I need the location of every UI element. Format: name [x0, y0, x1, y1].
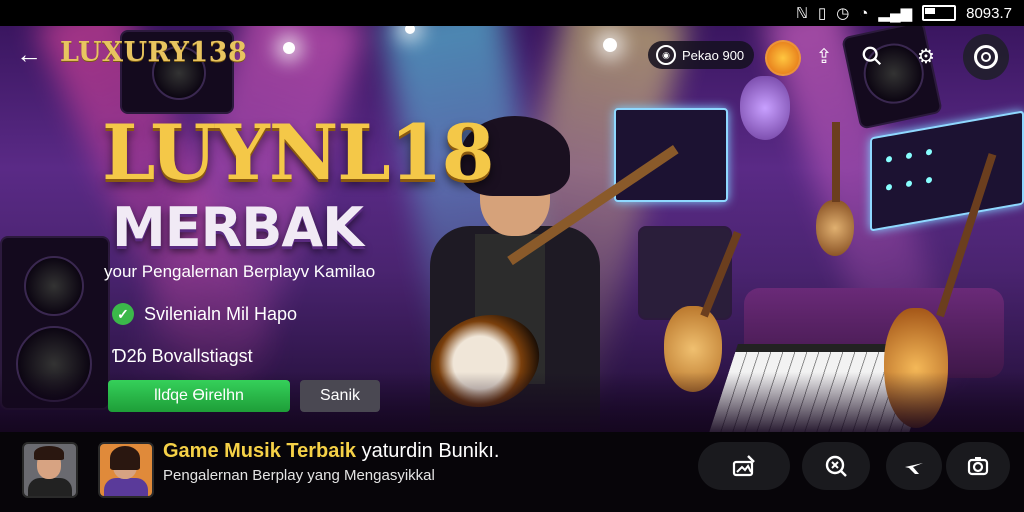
hero-tagline: your Pengalernan Berplayv Kamilao	[104, 262, 376, 281]
vibrate-icon: ▯	[817, 5, 827, 22]
status-clock: 8093.7	[966, 4, 1012, 22]
hanging-guitar	[816, 200, 854, 256]
flight-icon[interactable]	[886, 442, 942, 490]
artist-avatar[interactable]	[22, 442, 78, 498]
camera-icon[interactable]	[946, 442, 1010, 490]
points-label: Pekao 900	[682, 47, 745, 63]
primary-button[interactable]: Ɩlɗqe Ɵirelhn	[108, 380, 290, 412]
hanging-guitar	[740, 76, 790, 140]
settings-ring-icon[interactable]	[963, 34, 1009, 80]
hero-subtitle: MERBAK	[112, 196, 364, 259]
search-close-icon[interactable]	[802, 442, 870, 490]
check-icon: ✓	[112, 303, 134, 325]
wifi-icon: ◔	[859, 4, 869, 22]
feature-text: Ɗ2ɓ Bovallstiagst	[112, 346, 253, 366]
gear-icon[interactable]: ⚙	[910, 40, 942, 72]
points-badge[interactable]: ◉ Pekao 900	[648, 41, 754, 69]
points-icon: ◉	[656, 45, 676, 65]
status-bar: ℕ ▯ ◷ ◔ ▂▄▆ 8093.7	[0, 0, 1024, 26]
stage-spotlight	[283, 42, 295, 54]
song-title-rest: yaturdin Bunikı.	[356, 440, 500, 462]
search-icon[interactable]	[856, 40, 888, 72]
stage-spotlight	[603, 38, 617, 52]
signal-icon: ▂▄▆	[878, 5, 913, 22]
battery-icon	[922, 5, 957, 21]
nfc-icon: ℕ	[795, 5, 808, 22]
upload-icon[interactable]: ⇪	[808, 40, 840, 72]
song-title-highlight: Game Musik Terbaik	[163, 440, 357, 462]
photo-edit-icon[interactable]	[698, 442, 790, 490]
coin-avatar-icon[interactable]	[765, 40, 801, 76]
alarm-icon: ◷	[836, 5, 850, 22]
song-title: Game Musik Terbaik yaturdin Bunikı.	[163, 440, 499, 463]
mixing-console	[870, 110, 1024, 232]
app-logo: LUXURY138	[60, 37, 248, 68]
song-cover[interactable]	[98, 442, 154, 498]
guitar-neck	[832, 122, 840, 202]
feature-check-label: Svilenialn Mil Hapo	[144, 303, 298, 324]
secondary-button[interactable]: Sanik	[300, 380, 380, 412]
feature-checked: ✓ Svilenialn Mil Hapo	[112, 303, 297, 325]
song-subtitle: Pengalernan Berplay yang Mengasyikkal	[163, 467, 435, 484]
hero-title: LUYNL18	[102, 108, 494, 197]
back-arrow-icon[interactable]: ←	[14, 40, 44, 70]
